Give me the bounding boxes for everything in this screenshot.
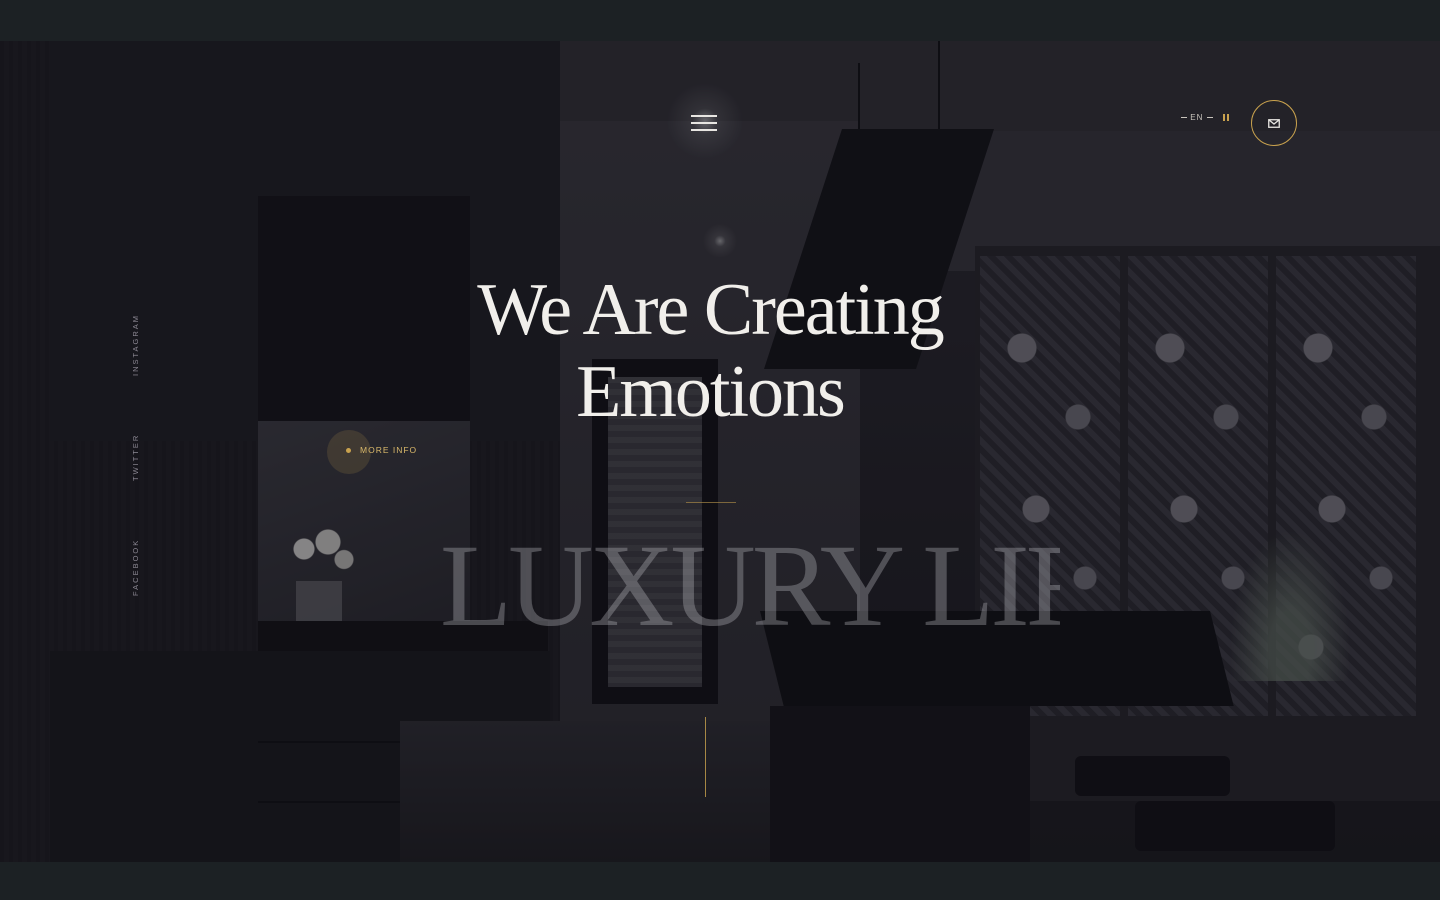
background-word: LUXURY LIFE bbox=[440, 521, 1060, 651]
contact-mail-button[interactable] bbox=[1251, 100, 1297, 146]
scroll-indicator-line bbox=[705, 717, 706, 797]
mail-icon bbox=[1268, 118, 1280, 128]
more-info-label: MORE INFO bbox=[360, 445, 418, 455]
social-link-instagram[interactable]: INSTAGRAM bbox=[131, 314, 140, 376]
headline-line-1: We Are Creating bbox=[477, 269, 944, 351]
social-link-twitter[interactable]: TWITTER bbox=[131, 434, 140, 481]
hamburger-icon bbox=[691, 115, 717, 117]
pause-icon[interactable] bbox=[1222, 114, 1229, 121]
hero-headline: We Are Creating Emotions bbox=[420, 269, 1000, 433]
dot-icon bbox=[346, 447, 351, 453]
headline-line-2: Emotions bbox=[576, 351, 846, 433]
language-label: EN bbox=[1190, 113, 1204, 122]
language-selector[interactable]: EN bbox=[1181, 113, 1213, 122]
bottom-frame bbox=[0, 862, 1440, 900]
divider-line bbox=[686, 502, 736, 503]
hero-section: EN INSTAGRAM TWITTER FACEBOOK We Are Cre… bbox=[0, 41, 1440, 862]
social-link-facebook[interactable]: FACEBOOK bbox=[131, 539, 140, 596]
top-frame bbox=[0, 0, 1440, 41]
more-info-button[interactable]: MORE INFO bbox=[327, 430, 418, 474]
menu-button[interactable] bbox=[691, 113, 719, 135]
language-switcher[interactable]: EN bbox=[1181, 113, 1229, 122]
